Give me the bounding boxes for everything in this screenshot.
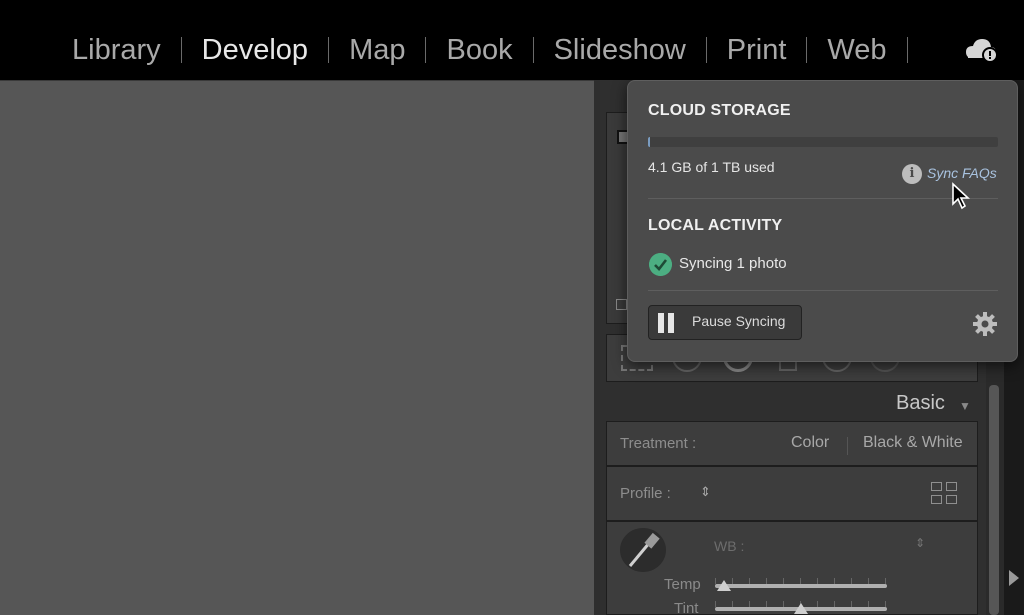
- temp-slider[interactable]: [715, 584, 887, 588]
- storage-usage-bar: [648, 137, 998, 147]
- check-circle-icon: [649, 253, 672, 276]
- module-library[interactable]: Library: [0, 30, 181, 70]
- sync-faqs-link[interactable]: Sync FAQs: [927, 165, 997, 181]
- tint-label: Tint: [674, 600, 699, 615]
- module-develop[interactable]: Develop: [182, 30, 328, 70]
- profile-dropdown-arrows-icon[interactable]: ⇕: [700, 484, 711, 500]
- gear-icon[interactable]: [972, 311, 998, 337]
- sync-status-text: Syncing 1 photo: [679, 255, 787, 272]
- wb-dropdown-arrows-icon[interactable]: ⇕: [915, 536, 925, 550]
- module-separator: [906, 37, 908, 63]
- profile-label: Profile :: [620, 485, 671, 502]
- panel-collapse-triangle-icon[interactable]: ▼: [959, 399, 971, 413]
- storage-usage-text: 4.1 GB of 1 TB used: [648, 159, 775, 175]
- cloud-storage-title: CLOUD STORAGE: [648, 102, 791, 119]
- local-activity-title: LOCAL ACTIVITY: [648, 217, 783, 234]
- module-list: Library Develop Map Book Slideshow Print…: [0, 30, 908, 70]
- cloud-sync-icon[interactable]: [964, 36, 1000, 64]
- module-book[interactable]: Book: [426, 30, 532, 70]
- module-web[interactable]: Web: [807, 30, 906, 70]
- eyedropper-icon[interactable]: [620, 528, 666, 572]
- image-canvas[interactable]: [0, 80, 594, 615]
- mouse-cursor-icon: [952, 182, 971, 210]
- wb-label: WB :: [714, 538, 745, 554]
- pause-syncing-label: Pause Syncing: [692, 313, 786, 329]
- treatment-label: Treatment :: [620, 435, 697, 452]
- profile-browser-grid-icon[interactable]: [931, 482, 959, 506]
- popup-divider: [648, 290, 998, 291]
- basic-panel-title[interactable]: Basic: [896, 392, 945, 415]
- panel-scrollbar-thumb[interactable]: [989, 385, 999, 615]
- treatment-color-option[interactable]: Color: [791, 434, 829, 452]
- original-photo-checkbox[interactable]: [616, 299, 627, 310]
- info-icon: i: [902, 164, 922, 184]
- module-slideshow[interactable]: Slideshow: [534, 30, 706, 70]
- module-print[interactable]: Print: [707, 30, 807, 70]
- popup-divider: [648, 198, 998, 199]
- temp-slider-thumb[interactable]: [716, 580, 731, 591]
- storage-usage-fill: [648, 137, 650, 147]
- treatment-bw-option[interactable]: Black & White: [863, 434, 963, 452]
- treatment-separator: [847, 437, 848, 455]
- module-picker-bar: Library Develop Map Book Slideshow Print…: [0, 0, 1024, 80]
- temp-label: Temp: [664, 576, 701, 593]
- pause-icon: [656, 313, 676, 333]
- panel-toggle-arrow-icon[interactable]: [1009, 570, 1019, 586]
- module-map[interactable]: Map: [329, 30, 425, 70]
- tint-slider-thumb[interactable]: [794, 603, 808, 614]
